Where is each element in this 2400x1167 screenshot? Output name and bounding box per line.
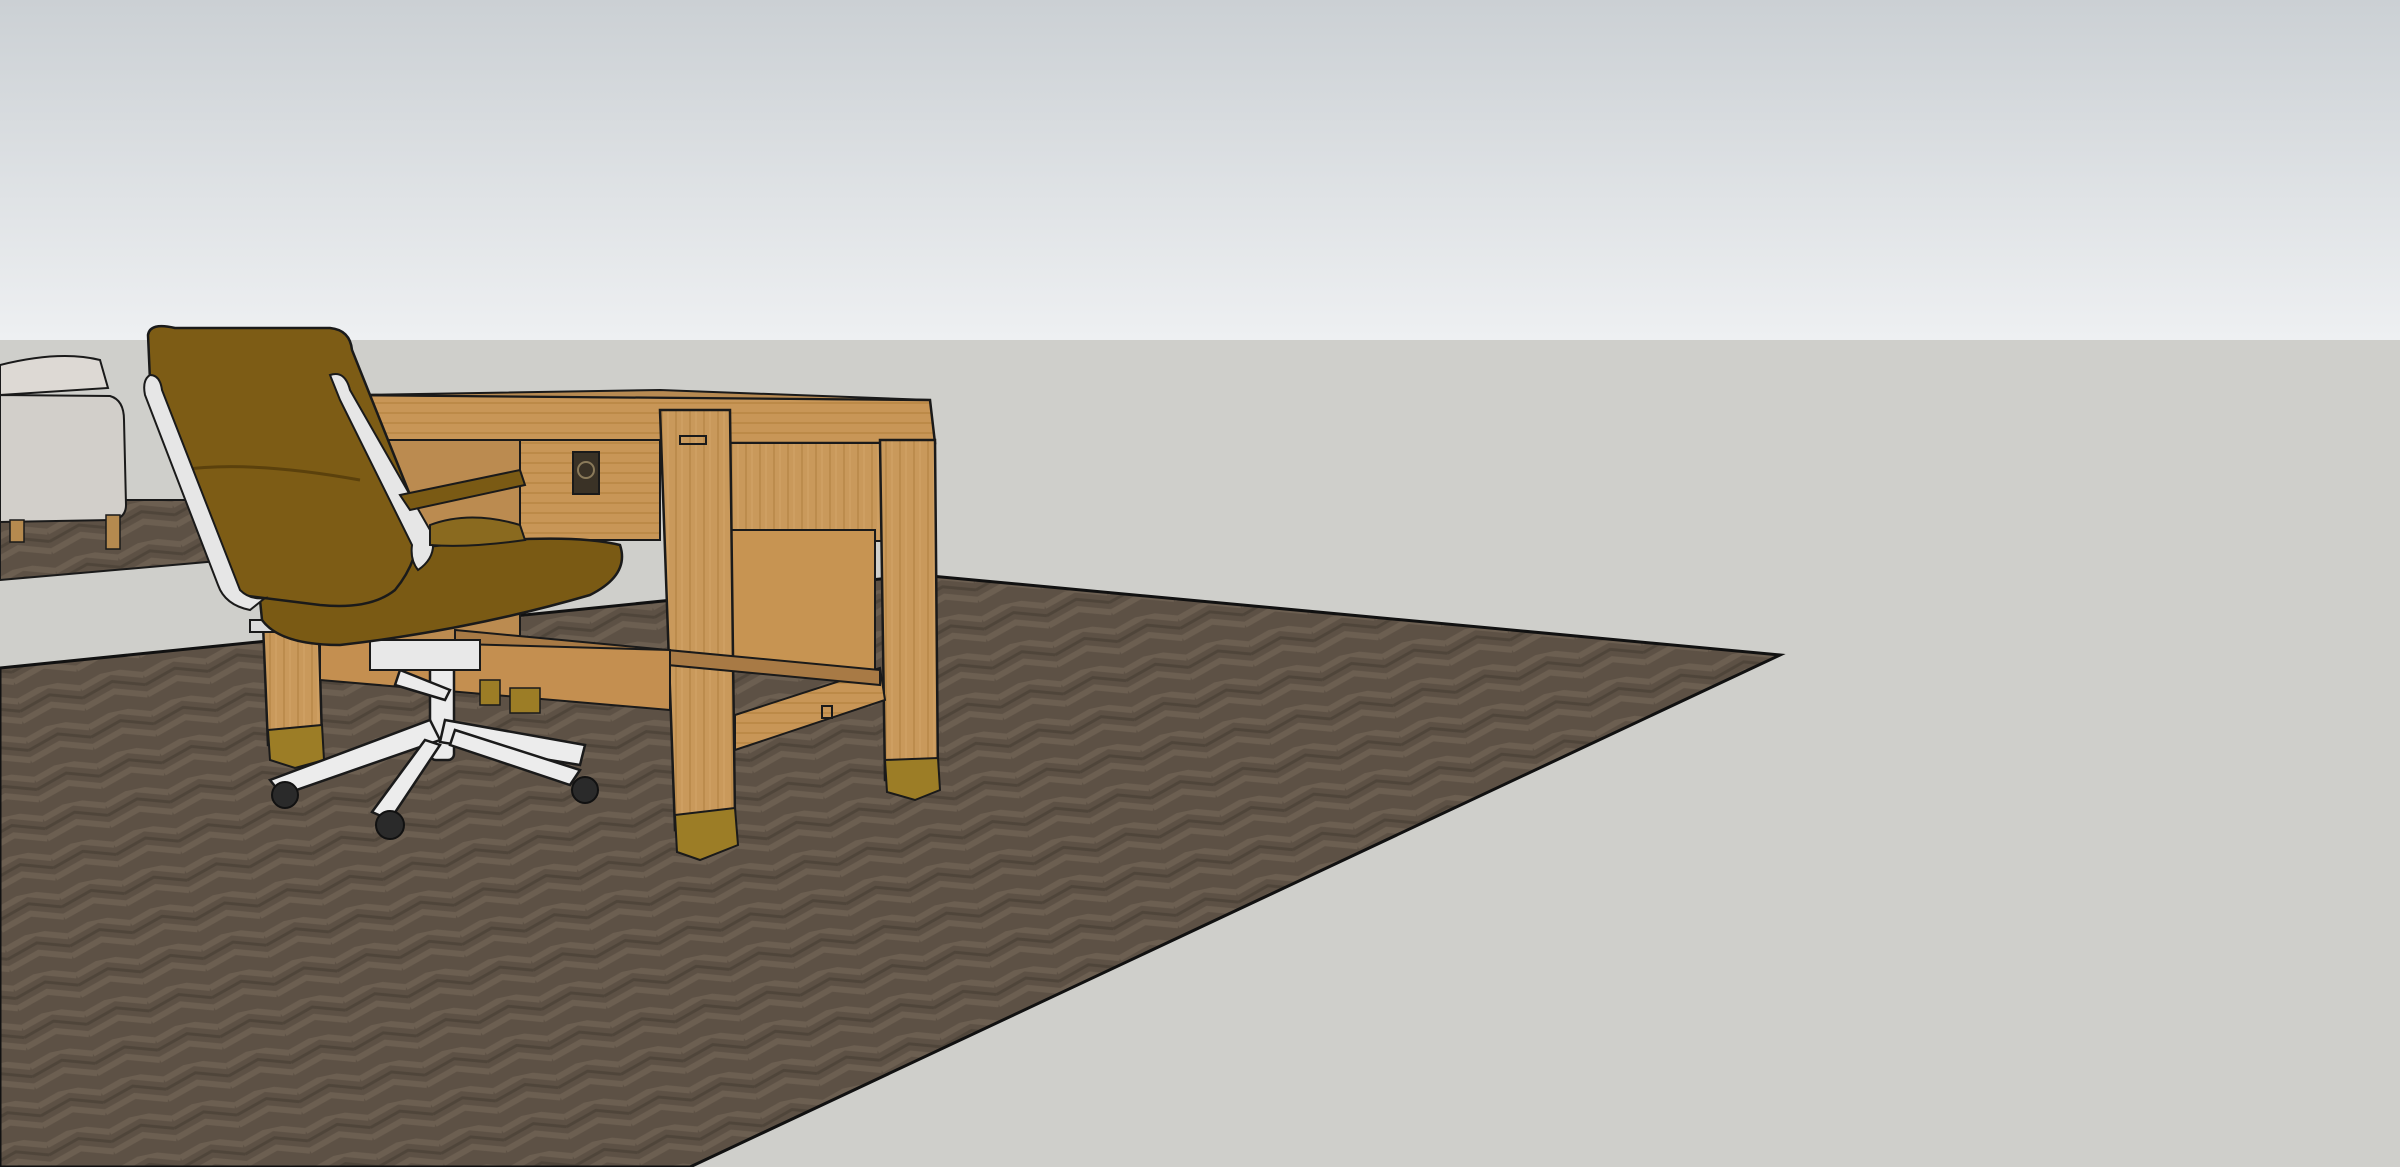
sky xyxy=(0,0,2400,340)
sofa[interactable] xyxy=(0,355,128,550)
modeling-viewport[interactable] xyxy=(0,0,2400,1167)
scene-canvas[interactable] xyxy=(0,0,2400,1167)
drawer-pull-icon xyxy=(572,451,600,495)
